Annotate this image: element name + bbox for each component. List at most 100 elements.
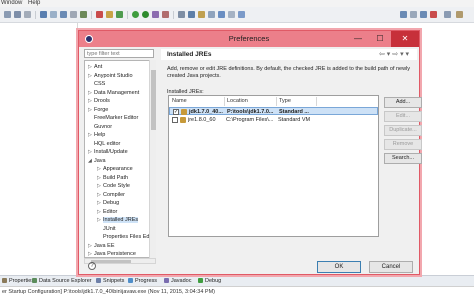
run-icon[interactable] (142, 11, 149, 18)
search-button[interactable]: Search... (384, 153, 422, 164)
tool-icon[interactable] (430, 11, 437, 18)
scroll-thumb[interactable] (91, 260, 131, 263)
tree-item-label: JUnit (103, 225, 116, 232)
maximize-button[interactable]: ☐ (369, 31, 391, 47)
tree-item-label: Guvnor (94, 123, 113, 130)
ide-right-panel (428, 23, 474, 275)
tool-icon[interactable] (228, 11, 235, 18)
tree-item[interactable]: Guvnor (88, 123, 112, 131)
menu-help[interactable]: Help (28, 0, 40, 7)
tool-icon[interactable] (178, 11, 185, 18)
perspective-icon[interactable] (444, 11, 451, 18)
ide-bottom-tabs: Properties Data Source Explorer Snippets… (0, 275, 474, 286)
tool-icon[interactable] (162, 11, 169, 18)
tool-icon[interactable] (40, 11, 47, 18)
edit-button[interactable]: Edit... (384, 111, 422, 122)
tree-item[interactable]: ▷ Ant (88, 63, 102, 71)
tool-icon[interactable] (50, 11, 57, 18)
perspective-icon[interactable] (456, 11, 463, 18)
tree-item-label: FreeMarker Editor (94, 115, 139, 121)
preference-tree[interactable]: ▷ Ant ▷ Anypoint Studio CSS ▷ Data Management ▷… (84, 60, 156, 258)
close-button[interactable]: ✕ (391, 31, 419, 47)
tab-data-source-explorer[interactable]: Data Source Explorer (32, 277, 92, 286)
table-row[interactable]: ✓ jdk1.7.0_40... P:\tools\jdk1.7.0... Stand… (169, 107, 378, 115)
tab-debug[interactable]: Debug (198, 277, 221, 286)
tree-item[interactable]: ▷ Data Management (88, 89, 139, 97)
jre-checkbox[interactable]: ✓ (173, 109, 179, 115)
tree-item-label: Install/Update (94, 149, 128, 155)
tool-icon[interactable] (410, 11, 417, 18)
tool-icon[interactable] (60, 11, 67, 18)
remove-button[interactable]: Remove (384, 139, 422, 150)
minimize-button[interactable]: — (347, 31, 369, 47)
jre-table[interactable]: Name Location Type ✓ jdk1.7.0_40... P:\too… (168, 95, 379, 237)
column-header-type[interactable]: Type (276, 97, 316, 106)
tab-snippets[interactable]: Snippets (96, 277, 124, 286)
tool-icon[interactable] (116, 11, 123, 18)
save-icon[interactable] (14, 11, 21, 18)
tree-item[interactable]: ▷ Help (88, 131, 105, 139)
tool-icon[interactable] (96, 11, 103, 18)
tree-item[interactable]: ▷ Debug (97, 199, 119, 207)
tool-icon[interactable] (188, 11, 195, 18)
table-row[interactable]: jre1.8.0_60 C:\Program Files\... Standard … (169, 116, 378, 124)
tree-item[interactable]: JUnit (97, 225, 116, 233)
tool-icon[interactable] (152, 11, 159, 18)
tree-item-label: Debug (103, 200, 120, 206)
tool-icon[interactable] (420, 11, 427, 18)
tool-icon[interactable] (238, 11, 245, 18)
tab-properties[interactable]: Properties (2, 277, 34, 286)
tree-item[interactable]: ▷ Java Persistence (88, 250, 136, 257)
tree-item[interactable]: ◢ Java (88, 157, 106, 165)
nav-arrows-icon[interactable]: ⇦ ▾ ⇨ ▾ ▾ (379, 50, 409, 58)
dialog-titlebar[interactable]: Preferences — ☐ ✕ (79, 31, 419, 47)
tree-item[interactable]: ▷ Editor (97, 208, 117, 216)
tree-item[interactable]: ▷ Build Path (97, 174, 128, 182)
tool-icon[interactable] (218, 11, 225, 18)
debug-icon[interactable] (132, 11, 139, 18)
tool-icon[interactable] (70, 11, 77, 18)
tool-icon[interactable] (106, 11, 113, 18)
column-header-name[interactable]: Name (169, 97, 224, 106)
print-icon[interactable] (24, 11, 31, 18)
tool-icon[interactable] (198, 11, 205, 18)
tree-item[interactable]: ▷ Install/Update (88, 148, 128, 156)
tree-item-label: Java (94, 157, 106, 164)
tree-item[interactable]: HQL editor (88, 140, 120, 148)
tree-item-label: Installed JREs (103, 217, 139, 223)
tree-item[interactable]: ▷ Drools (88, 97, 110, 105)
tree-item[interactable]: ▷ Appearance (97, 165, 133, 173)
new-icon[interactable] (4, 11, 11, 18)
tree-item[interactable]: ▷ Java EE (88, 242, 114, 250)
ide-toolbar (0, 7, 474, 23)
menu-window[interactable]: Window (1, 0, 22, 7)
add-button[interactable]: Add... (384, 97, 422, 108)
scroll-thumb[interactable] (151, 70, 156, 130)
tool-icon[interactable] (80, 11, 87, 18)
tree-item[interactable]: ▷ Anypoint Studio (88, 72, 133, 80)
cancel-button[interactable]: Cancel (369, 261, 413, 273)
tree-item[interactable]: ▷ Code Style (97, 182, 130, 190)
ide-left-panel (0, 23, 78, 275)
filter-input[interactable] (84, 49, 154, 58)
jre-checkbox[interactable] (172, 117, 178, 123)
tree-item[interactable]: ▷ Compiler (97, 191, 125, 199)
tree-item[interactable]: Properties Files Editor (97, 233, 155, 241)
ide-status-bar: er Startup Configuration] P:\tools\jdk1.… (0, 286, 474, 298)
jre-location: P:\tools\jdk1.7.0... (227, 109, 274, 115)
tab-javadoc[interactable]: Javadoc (164, 277, 192, 286)
tree-item[interactable]: ▷ Installed JREs (97, 216, 139, 224)
ok-button[interactable]: OK (317, 261, 361, 273)
tree-vertical-scrollbar[interactable] (149, 60, 156, 258)
help-icon[interactable]: ? (88, 262, 96, 270)
column-header-location[interactable]: Location (224, 97, 276, 106)
tree-item[interactable]: CSS (88, 80, 105, 88)
tree-item[interactable]: FreeMarker Editor (88, 114, 138, 122)
tool-icon[interactable] (208, 11, 215, 18)
tool-icon[interactable] (400, 11, 407, 18)
tree-item-label: Editor (103, 208, 118, 215)
duplicate-button[interactable]: Duplicate... (384, 125, 422, 136)
tree-item-label: Appearance (103, 166, 133, 172)
tree-item[interactable]: ▷ Forge (88, 106, 108, 114)
tab-progress[interactable]: Progress (128, 277, 157, 286)
